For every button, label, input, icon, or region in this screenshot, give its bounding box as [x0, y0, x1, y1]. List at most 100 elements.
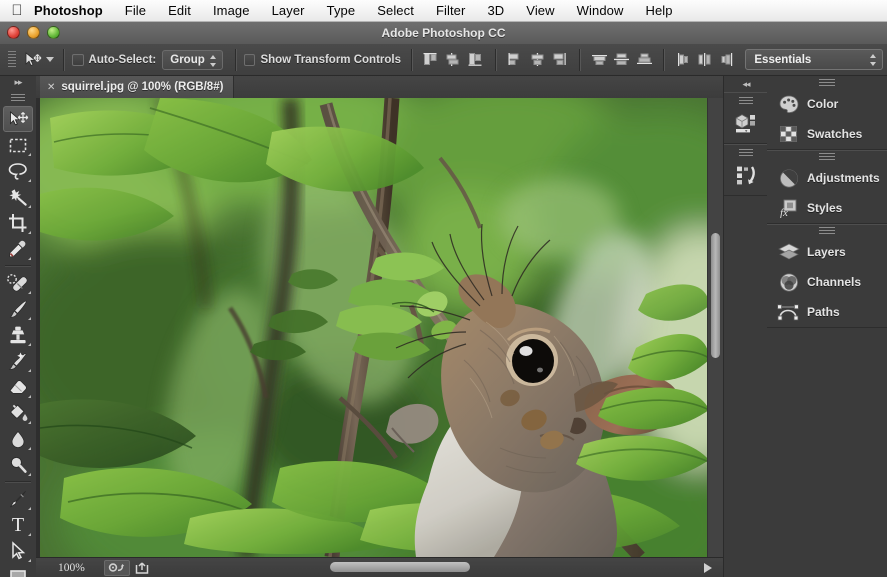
tool-path-selection[interactable] — [3, 538, 33, 564]
panel-row-styles[interactable]: fx Styles — [767, 193, 887, 223]
auto-select-checkbox[interactable] — [72, 54, 83, 66]
svg-text:fx: fx — [780, 207, 788, 218]
panel-row-adjustments[interactable]: Adjustments — [767, 163, 887, 193]
document-tab-strip: ✕ squirrel.jpg @ 100% (RGB/8#) — [36, 76, 723, 99]
panel-row-layers[interactable]: Layers — [767, 237, 887, 267]
distribute-vertical-centers-icon[interactable] — [612, 50, 632, 70]
menu-item-window[interactable]: Window — [566, 3, 635, 18]
menu-item-3d[interactable]: 3D — [476, 3, 515, 18]
document-settings-icon[interactable] — [104, 560, 130, 576]
chevron-down-icon[interactable] — [46, 57, 54, 62]
menu-item-view[interactable]: View — [515, 3, 565, 18]
tool-eraser[interactable] — [3, 374, 33, 400]
history-brush-icon — [7, 351, 29, 371]
tools-palette-grip[interactable] — [11, 94, 25, 103]
distribute-horizontal-centers-icon[interactable] — [696, 50, 716, 70]
tool-magic-wand[interactable] — [3, 184, 33, 210]
distribute-left-edges-icon[interactable] — [673, 50, 693, 70]
tool-flyout-indicator — [28, 231, 31, 234]
eyedropper-icon — [7, 239, 29, 259]
tool-lasso[interactable] — [3, 158, 33, 184]
align-left-edges-icon[interactable] — [421, 50, 441, 70]
tool-clone-stamp[interactable] — [3, 322, 33, 348]
horizontal-scroll-thumb[interactable] — [330, 562, 470, 572]
menu-item-file[interactable]: File — [114, 3, 157, 18]
align-bottom-edges-icon[interactable] — [550, 50, 570, 70]
align-horizontal-centers-icon[interactable] — [443, 50, 463, 70]
distribute-right-edges-icon[interactable] — [718, 50, 738, 70]
tool-gradient[interactable] — [3, 400, 33, 426]
auto-select-scope-select[interactable]: Group — [162, 50, 223, 70]
options-bar-grip[interactable] — [8, 51, 16, 69]
document-tab-label: squirrel.jpg @ 100% (RGB/8#) — [61, 81, 223, 93]
menu-item-filter[interactable]: Filter — [425, 3, 477, 18]
menu-item-layer[interactable]: Layer — [261, 3, 316, 18]
tool-crop[interactable] — [3, 210, 33, 236]
panel-group-color: Color Swatc — [767, 79, 887, 150]
tool-brush[interactable] — [3, 296, 33, 322]
align-vertical-centers-icon[interactable] — [527, 50, 547, 70]
tool-blur[interactable] — [3, 426, 33, 452]
vertical-scroll-thumb[interactable] — [711, 233, 720, 358]
tools-palette: ▸▸ — [0, 76, 37, 577]
tools-divider-1 — [5, 265, 31, 267]
current-tool-preset[interactable] — [21, 51, 56, 69]
rail-item-actions[interactable] — [724, 159, 768, 191]
tool-flyout-indicator — [28, 369, 31, 372]
double-chevron-right-icon[interactable]: ▸▸ — [0, 76, 36, 89]
canvas-area[interactable]: 100% — [36, 98, 723, 577]
apple-icon[interactable]:  — [6, 3, 28, 18]
move-tool-icon — [23, 51, 43, 69]
zoom-level[interactable]: 100% — [58, 562, 104, 574]
document-image[interactable] — [40, 98, 709, 557]
canvas-vertical-scrollbar[interactable] — [707, 98, 723, 557]
tool-history-brush[interactable] — [3, 348, 33, 374]
document-tab[interactable]: ✕ squirrel.jpg @ 100% (RGB/8#) — [40, 76, 234, 98]
share-arrow-icon[interactable] — [134, 560, 152, 575]
macos-menu-bar:  Photoshop File Edit Image Layer Type S… — [0, 0, 887, 22]
workspace-stepper-icon — [870, 53, 877, 67]
tool-type[interactable]: T — [3, 512, 33, 538]
close-x-icon[interactable]: ✕ — [47, 82, 55, 93]
tool-flyout-indicator — [28, 153, 31, 156]
panel-row-paths[interactable]: Paths — [767, 297, 887, 327]
auto-select-label: Auto-Select: — [89, 54, 157, 66]
panel-group-grip[interactable] — [819, 227, 835, 236]
tool-spot-healing-brush[interactable] — [3, 270, 33, 296]
play-triangle-icon[interactable] — [704, 563, 712, 573]
workspace-select[interactable]: Essentials — [745, 49, 883, 70]
align-top-edges-icon[interactable] — [505, 50, 525, 70]
tool-move[interactable] — [3, 106, 33, 132]
menu-item-edit[interactable]: Edit — [157, 3, 202, 18]
menu-item-image[interactable]: Image — [202, 3, 261, 18]
magic-wand-icon — [7, 187, 29, 207]
tool-pen[interactable] — [3, 486, 33, 512]
canvas-horizontal-scrollbar[interactable] — [200, 561, 530, 573]
options-divider-1 — [63, 49, 65, 71]
distribute-top-edges-icon[interactable] — [589, 50, 609, 70]
panel-row-color[interactable]: Color — [767, 89, 887, 119]
rail-item-3d[interactable] — [724, 107, 768, 139]
tool-eyedropper[interactable] — [3, 236, 33, 262]
tools-divider-2 — [5, 481, 31, 483]
rail-group-grip[interactable] — [739, 149, 753, 157]
show-transform-controls-checkbox[interactable] — [244, 54, 255, 66]
distribute-bottom-edges-icon[interactable] — [634, 50, 654, 70]
panel-row-swatches[interactable]: Swatches — [767, 119, 887, 149]
panel-group-grip[interactable] — [819, 79, 835, 88]
tool-rectangle-shape[interactable] — [3, 564, 33, 577]
tool-dodge[interactable] — [3, 452, 33, 478]
options-divider-3 — [411, 49, 413, 71]
align-right-edges-icon[interactable] — [466, 50, 486, 70]
menu-item-photoshop[interactable]: Photoshop — [28, 3, 114, 18]
double-chevron-left-icon[interactable]: ◂◂ — [724, 76, 768, 92]
menu-item-help[interactable]: Help — [634, 3, 683, 18]
tool-rectangular-marquee[interactable] — [3, 132, 33, 158]
rail-group-grip[interactable] — [739, 97, 753, 105]
menu-item-type[interactable]: Type — [316, 3, 367, 18]
menu-item-select[interactable]: Select — [366, 3, 425, 18]
styles-fx-icon: fx — [777, 197, 801, 219]
panel-row-channels[interactable]: Channels — [767, 267, 887, 297]
panel-group-grip[interactable] — [819, 153, 835, 162]
tool-flyout-indicator — [28, 205, 31, 208]
